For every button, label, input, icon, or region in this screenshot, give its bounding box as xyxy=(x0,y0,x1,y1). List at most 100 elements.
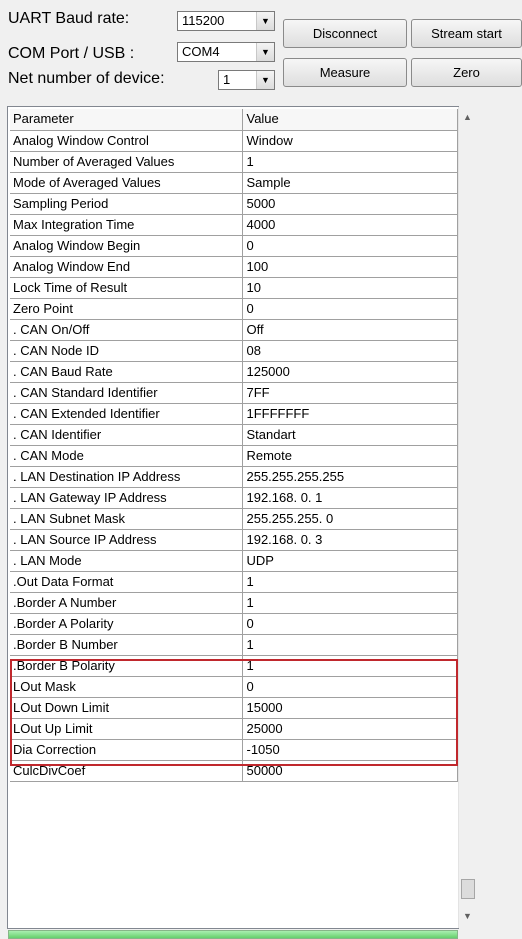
value-cell[interactable]: Sample xyxy=(242,172,458,194)
parameter-cell[interactable]: LOut Mask xyxy=(10,676,244,698)
value-cell[interactable]: 255.255.255. 0 xyxy=(242,508,458,530)
value-cell[interactable]: 1FFFFFFF xyxy=(242,403,458,425)
grid-row[interactable]: . LAN Mode UDP xyxy=(10,550,458,572)
value-cell[interactable]: 0 xyxy=(242,613,458,635)
parameter-cell[interactable]: . LAN Source IP Address xyxy=(10,529,244,551)
parameter-cell[interactable]: . CAN On/Off xyxy=(10,319,244,341)
grid-row[interactable]: Analog Window End 100 xyxy=(10,256,458,278)
grid-row[interactable]: .Border A Polarity 0 xyxy=(10,613,458,635)
grid-row[interactable]: . CAN Standard Identifier 7FF xyxy=(10,382,458,404)
parameter-cell[interactable]: Mode of Averaged Values xyxy=(10,172,244,194)
parameter-column-header[interactable]: Parameter xyxy=(10,109,244,131)
parameter-cell[interactable]: .Border A Number xyxy=(10,592,244,614)
measure-button[interactable]: Measure xyxy=(283,58,407,87)
grid-row[interactable]: LOut Mask 0 xyxy=(10,676,458,698)
value-cell[interactable]: 0 xyxy=(242,235,458,257)
device-number-select[interactable]: 1 ▼ xyxy=(218,70,275,90)
grid-row[interactable]: Lock Time of Result 10 xyxy=(10,277,458,299)
value-cell[interactable]: Window xyxy=(242,130,458,152)
value-cell[interactable]: 1 xyxy=(242,592,458,614)
value-cell[interactable]: Off xyxy=(242,319,458,341)
parameter-cell[interactable]: Zero Point xyxy=(10,298,244,320)
value-cell[interactable]: 08 xyxy=(242,340,458,362)
value-cell[interactable]: 1 xyxy=(242,571,458,593)
grid-row[interactable]: Analog Window Control Window xyxy=(10,130,458,152)
scroll-thumb[interactable] xyxy=(461,879,475,899)
parameter-cell[interactable]: Dia Correction xyxy=(10,739,244,761)
grid-row[interactable]: Number of Averaged Values 1 xyxy=(10,151,458,173)
value-cell[interactable]: 10 xyxy=(242,277,458,299)
grid-row[interactable]: . CAN Baud Rate 125000 xyxy=(10,361,458,383)
value-cell[interactable]: 5000 xyxy=(242,193,458,215)
chevron-down-icon[interactable]: ▼ xyxy=(256,12,274,30)
parameter-cell[interactable]: .Border B Polarity xyxy=(10,655,244,677)
parameter-cell[interactable]: Number of Averaged Values xyxy=(10,151,244,173)
grid-row[interactable]: CulcDivCoef 50000 xyxy=(10,760,458,782)
grid-row[interactable]: . CAN Identifier Standart xyxy=(10,424,458,446)
value-cell[interactable]: Remote xyxy=(242,445,458,467)
value-cell[interactable]: Standart xyxy=(242,424,458,446)
com-port-select[interactable]: COM4 ▼ xyxy=(177,42,275,62)
parameter-cell[interactable]: .Border B Number xyxy=(10,634,244,656)
value-cell[interactable]: 1 xyxy=(242,634,458,656)
value-cell[interactable]: 192.168. 0. 3 xyxy=(242,529,458,551)
parameter-cell[interactable]: . CAN Standard Identifier xyxy=(10,382,244,404)
baud-rate-select[interactable]: 115200 ▼ xyxy=(177,11,275,31)
parameter-cell[interactable]: . LAN Subnet Mask xyxy=(10,508,244,530)
grid-row[interactable]: Analog Window Begin 0 xyxy=(10,235,458,257)
grid-row[interactable]: . CAN Extended Identifier 1FFFFFFF xyxy=(10,403,458,425)
grid-row[interactable]: LOut Down Limit 15000 xyxy=(10,697,458,719)
value-cell[interactable]: 15000 xyxy=(242,697,458,719)
parameter-cell[interactable]: . CAN Baud Rate xyxy=(10,361,244,383)
scroll-up-icon[interactable]: ▲ xyxy=(459,109,476,126)
grid-row[interactable]: . LAN Subnet Mask 255.255.255. 0 xyxy=(10,508,458,530)
scroll-down-icon[interactable]: ▼ xyxy=(459,908,476,925)
parameter-cell[interactable]: CulcDivCoef xyxy=(10,760,244,782)
value-column-header[interactable]: Value xyxy=(242,109,458,131)
value-cell[interactable]: 1 xyxy=(242,655,458,677)
parameter-cell[interactable]: . LAN Gateway IP Address xyxy=(10,487,244,509)
value-cell[interactable]: 125000 xyxy=(242,361,458,383)
parameter-cell[interactable]: . LAN Destination IP Address xyxy=(10,466,244,488)
grid-row[interactable]: . CAN Node ID 08 xyxy=(10,340,458,362)
grid-row[interactable]: Max Integration Time 4000 xyxy=(10,214,458,236)
parameter-cell[interactable]: Analog Window Control xyxy=(10,130,244,152)
grid-row[interactable]: . LAN Source IP Address 192.168. 0. 3 xyxy=(10,529,458,551)
grid-row[interactable]: .Border A Number 1 xyxy=(10,592,458,614)
stream-start-button[interactable]: Stream start xyxy=(411,19,522,48)
grid-row[interactable]: . CAN On/Off Off xyxy=(10,319,458,341)
chevron-down-icon[interactable]: ▼ xyxy=(256,71,274,89)
value-cell[interactable]: 50000 xyxy=(242,760,458,782)
parameter-cell[interactable]: . CAN Node ID xyxy=(10,340,244,362)
value-cell[interactable]: -1050 xyxy=(242,739,458,761)
disconnect-button[interactable]: Disconnect xyxy=(283,19,407,48)
grid-row[interactable]: Sampling Period 5000 xyxy=(10,193,458,215)
parameter-cell[interactable]: .Out Data Format xyxy=(10,571,244,593)
value-cell[interactable]: 25000 xyxy=(242,718,458,740)
grid-row[interactable]: .Out Data Format 1 xyxy=(10,571,458,593)
value-cell[interactable]: 100 xyxy=(242,256,458,278)
parameter-cell[interactable]: Analog Window Begin xyxy=(10,235,244,257)
parameter-cell[interactable]: Lock Time of Result xyxy=(10,277,244,299)
grid-row[interactable]: Zero Point 0 xyxy=(10,298,458,320)
value-cell[interactable]: 1 xyxy=(242,151,458,173)
value-cell[interactable]: 4000 xyxy=(242,214,458,236)
grid-row[interactable]: Dia Correction -1050 xyxy=(10,739,458,761)
grid-row[interactable]: . LAN Destination IP Address 255.255.255.… xyxy=(10,466,458,488)
parameter-cell[interactable]: Analog Window End xyxy=(10,256,244,278)
parameter-cell[interactable]: .Border A Polarity xyxy=(10,613,244,635)
parameter-cell[interactable]: . CAN Extended Identifier xyxy=(10,403,244,425)
zero-button[interactable]: Zero xyxy=(411,58,522,87)
parameter-cell[interactable]: . CAN Identifier xyxy=(10,424,244,446)
parameter-cell[interactable]: Sampling Period xyxy=(10,193,244,215)
value-cell[interactable]: UDP xyxy=(242,550,458,572)
grid-row[interactable]: .Border B Number 1 xyxy=(10,634,458,656)
grid-row[interactable]: . LAN Gateway IP Address 192.168. 0. 1 xyxy=(10,487,458,509)
chevron-down-icon[interactable]: ▼ xyxy=(256,43,274,61)
value-cell[interactable]: 7FF xyxy=(242,382,458,404)
value-cell[interactable]: 0 xyxy=(242,676,458,698)
value-cell[interactable]: 192.168. 0. 1 xyxy=(242,487,458,509)
parameter-cell[interactable]: . CAN Mode xyxy=(10,445,244,467)
grid-row[interactable]: Mode of Averaged Values Sample xyxy=(10,172,458,194)
parameter-cell[interactable]: . LAN Mode xyxy=(10,550,244,572)
